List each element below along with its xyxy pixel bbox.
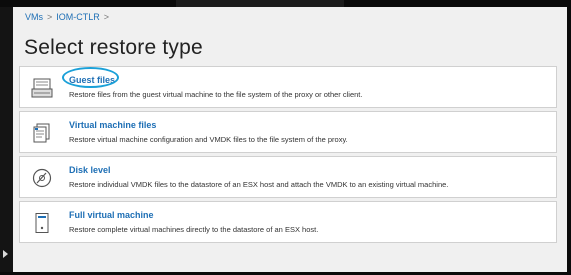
breadcrumb-iom-ctlr[interactable]: IOM-CTLR [56, 12, 100, 22]
full-vm-icon [31, 213, 53, 233]
option-title[interactable]: Virtual machine files [69, 120, 156, 130]
restore-options-list: Guest files Restore files from the guest… [19, 66, 557, 246]
disk-icon [31, 168, 53, 188]
option-vm-files[interactable]: Virtual machine files Restore virtual ma… [19, 111, 557, 153]
top-bar-segment [176, 0, 344, 7]
option-guest-files[interactable]: Guest files Restore files from the guest… [19, 66, 557, 108]
option-description: Restore virtual machine configuration an… [69, 135, 348, 144]
option-title[interactable]: Full virtual machine [69, 210, 154, 220]
side-panel-toggle[interactable] [0, 7, 13, 272]
breadcrumb-separator: > [47, 12, 53, 22]
top-bar [0, 0, 571, 7]
option-description: Restore files from the guest virtual mac… [69, 90, 363, 99]
guest-files-icon [31, 78, 53, 98]
page-title: Select restore type [24, 36, 203, 59]
option-description: Restore individual VMDK files to the dat… [69, 180, 449, 189]
expand-arrow-icon[interactable] [3, 250, 8, 258]
option-description: Restore complete virtual machines direct… [69, 225, 319, 234]
option-title[interactable]: Disk level [69, 165, 111, 175]
breadcrumb-separator: > [103, 12, 110, 22]
option-full-vm[interactable]: Full virtual machine Restore complete vi… [19, 201, 557, 243]
highlight-ring [62, 67, 119, 88]
breadcrumb-vms[interactable]: VMs [25, 12, 43, 22]
option-disk-level[interactable]: Disk level Restore individual VMDK files… [19, 156, 557, 198]
restore-panel: VMs > IOM-CTLR > Select restore type Guest … [13, 7, 567, 272]
vm-files-icon [31, 123, 53, 143]
breadcrumb: VMs > IOM-CTLR > [25, 12, 113, 22]
